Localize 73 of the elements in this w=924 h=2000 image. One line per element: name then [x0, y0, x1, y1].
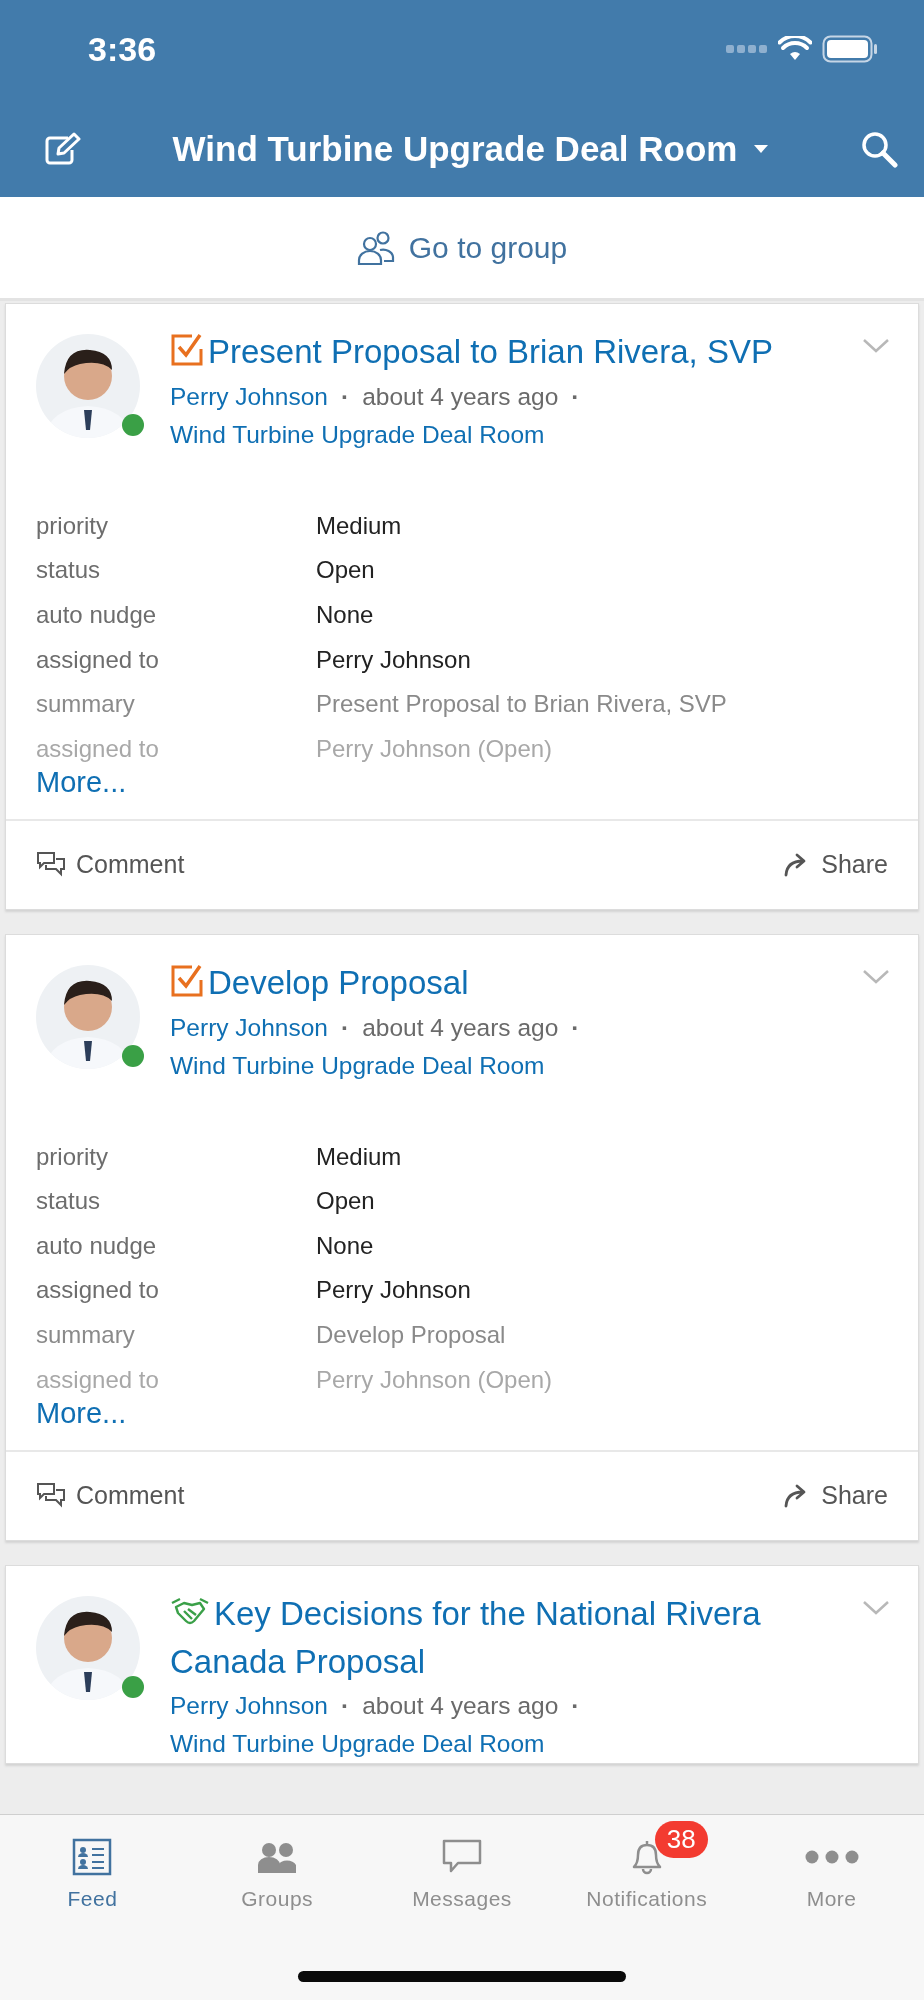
status-time: 3:36	[88, 29, 157, 69]
field-value: Open	[316, 555, 375, 586]
feed-list-icon	[72, 1838, 113, 1876]
people-icon	[257, 1841, 298, 1873]
notification-count-badge: 38	[654, 1821, 708, 1858]
field-value: Open	[316, 1186, 375, 1217]
caret-down-icon	[753, 143, 770, 154]
task-checkbox-icon	[170, 333, 204, 367]
field-label: assigned to	[36, 733, 160, 764]
group-link[interactable]: Wind Turbine Upgrade Deal Room	[170, 415, 545, 454]
separator-dot: ·	[571, 1692, 580, 1720]
battery-icon	[822, 35, 878, 63]
task-checkbox-icon	[170, 963, 204, 998]
go-to-group-button[interactable]: Go to group	[0, 197, 924, 301]
post-time: about 4 years ago	[362, 382, 559, 410]
field-label: assigned to	[36, 644, 160, 675]
tab-bar-item[interactable]: Feed	[67, 1819, 118, 1911]
tab-bar-item[interactable]: More	[804, 1819, 859, 1911]
field-value: Perry Johnson	[316, 644, 471, 675]
comment-icon	[36, 850, 66, 879]
chevron-down-icon[interactable]	[862, 968, 890, 985]
field-label: priority	[36, 510, 109, 541]
tab-bar-item[interactable]: Messages	[412, 1819, 512, 1911]
field-value: Perry Johnson (Open)	[316, 1364, 553, 1395]
wifi-icon	[778, 36, 812, 62]
more-link[interactable]: More...	[36, 1396, 127, 1429]
comment-button[interactable]: Comment	[36, 1477, 185, 1515]
field-label: auto nudge	[36, 1230, 158, 1261]
people-icon	[356, 229, 395, 266]
post-title-link[interactable]: Present Proposal to Brian Rivera, SVP	[170, 328, 854, 376]
field-label: summary	[36, 1320, 136, 1351]
field-value: None	[316, 600, 374, 631]
share-button[interactable]: Share	[783, 846, 888, 884]
field-value: Present Proposal to Brian Rivera, SVP	[316, 689, 727, 720]
field-label: summary	[36, 689, 136, 720]
group-title-dropdown[interactable]: Wind Turbine Upgrade Deal Room	[172, 128, 770, 169]
post-time: about 4 years ago	[362, 1692, 559, 1720]
separator-dot: ·	[341, 382, 350, 410]
group-link[interactable]: Wind Turbine Upgrade Deal Room	[170, 1725, 545, 1764]
field-value: Perry Johnson (Open)	[316, 733, 553, 764]
tab-bar-item[interactable]: Notifications 38	[586, 1819, 708, 1911]
speech-bubble-icon	[442, 1839, 482, 1875]
more-dots-icon	[804, 1850, 859, 1864]
field-label: assigned to	[36, 1275, 160, 1306]
group-link[interactable]: Wind Turbine Upgrade Deal Room	[170, 1046, 545, 1085]
signal-icon	[726, 43, 768, 55]
comment-button[interactable]: Comment	[36, 846, 185, 884]
field-value: Medium	[316, 1141, 402, 1172]
field-label: auto nudge	[36, 600, 158, 631]
field-label: assigned to	[36, 1364, 160, 1395]
comment-icon	[36, 1481, 66, 1510]
post-title-link[interactable]: Key Decisions for the National Rivera Canada Proposal	[170, 1589, 854, 1686]
separator-dot: ·	[341, 1692, 350, 1720]
field-value: Develop Proposal	[316, 1320, 506, 1351]
separator-dot: ·	[341, 1013, 350, 1041]
more-link[interactable]: More...	[36, 765, 127, 798]
chevron-down-icon[interactable]	[862, 338, 890, 354]
author-link[interactable]: Perry Johnson	[170, 1013, 328, 1041]
chevron-down-icon[interactable]	[862, 1599, 890, 1616]
field-label: status	[36, 555, 102, 586]
field-label: priority	[36, 1141, 109, 1172]
field-value: Perry Johnson	[316, 1275, 471, 1306]
field-value: Medium	[316, 510, 402, 541]
field-label: status	[36, 1186, 102, 1217]
author-link[interactable]: Perry Johnson	[170, 1692, 328, 1720]
separator-dot: ·	[571, 1013, 580, 1041]
tab-bar-item[interactable]: Groups	[241, 1819, 314, 1911]
post-time: about 4 years ago	[362, 1013, 559, 1041]
field-value: None	[316, 1230, 374, 1261]
author-link[interactable]: Perry Johnson	[170, 382, 328, 410]
separator-dot: ·	[571, 382, 580, 410]
share-button[interactable]: Share	[783, 1477, 888, 1515]
post-title-link[interactable]: Develop Proposal	[170, 958, 854, 1007]
